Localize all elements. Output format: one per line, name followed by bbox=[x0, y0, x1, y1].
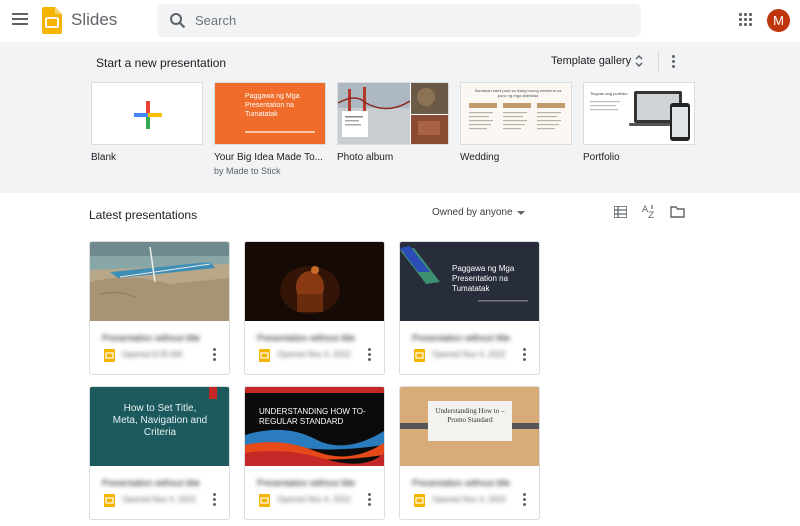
template-author: by Made to Stick bbox=[214, 166, 281, 176]
google-apps-icon[interactable] bbox=[739, 13, 753, 27]
template-big-idea[interactable]: Paggawa ng Mga Presentation na Tumatatak… bbox=[214, 82, 326, 176]
presentation-thumbnail[interactable] bbox=[245, 242, 384, 321]
template-name: Blank bbox=[91, 152, 117, 163]
template-blank[interactable]: Blank bbox=[91, 82, 203, 163]
card-opened-date: Opened Nov 4, 2022 bbox=[277, 350, 351, 359]
template-photo-album[interactable]: Photo album bbox=[337, 82, 449, 163]
card-opened-date: Opened Nov 4, 2022 bbox=[432, 495, 506, 504]
sort-az-icon[interactable]: A Z bbox=[641, 203, 657, 219]
presentation-card[interactable]: Presentation without title Opened 8:35 A… bbox=[89, 241, 230, 375]
latest-heading: Latest presentations bbox=[89, 208, 198, 222]
card-info: Presentation without title Opened Nov 4,… bbox=[245, 467, 384, 519]
slides-file-icon bbox=[414, 349, 425, 362]
card-title: Presentation without title bbox=[257, 478, 356, 488]
thumbnail-subline bbox=[245, 131, 315, 133]
search-bar[interactable] bbox=[157, 4, 641, 37]
presentation-thumbnail[interactable]: UNDERSTANDING HOW TO-REGULAR STANDARD bbox=[245, 387, 384, 466]
slides-file-icon bbox=[104, 349, 115, 362]
template-thumbnail[interactable] bbox=[91, 82, 203, 145]
card-title: Presentation without title bbox=[257, 333, 356, 343]
search-icon[interactable] bbox=[169, 12, 186, 29]
template-more-icon[interactable] bbox=[670, 55, 676, 69]
top-app-bar: Slides M bbox=[0, 0, 800, 42]
thumbnail-title: Paggawa ng Mga Presentation na Tumatatak bbox=[452, 264, 515, 293]
template-wedding[interactable]: Samahan kami para sa isang buong weekend… bbox=[460, 82, 572, 163]
start-new-heading: Start a new presentation bbox=[96, 56, 227, 70]
card-title: Presentation without title bbox=[102, 478, 201, 488]
account-avatar[interactable]: M bbox=[767, 9, 790, 32]
presentation-card[interactable]: Presentation without title Opened Nov 4,… bbox=[244, 241, 385, 375]
template-thumbnail[interactable]: Samahan kami para sa isang buong weekend… bbox=[460, 82, 572, 145]
plus-icon bbox=[134, 101, 162, 129]
owner-filter-dropdown[interactable]: Owned by anyone bbox=[432, 207, 513, 218]
card-more-icon[interactable] bbox=[367, 493, 371, 507]
card-more-icon[interactable] bbox=[367, 348, 371, 362]
card-more-icon[interactable] bbox=[522, 348, 526, 362]
dark-photo-image bbox=[245, 242, 384, 321]
folder-picker-icon[interactable] bbox=[670, 206, 685, 218]
card-info: Presentation without title Opened Nov 4,… bbox=[400, 467, 539, 519]
template-portfolio[interactable]: Tingnan ang portfolio Portfolio bbox=[583, 82, 695, 163]
card-more-icon[interactable] bbox=[522, 493, 526, 507]
card-opened-date: Opened 8:35 AM bbox=[122, 350, 183, 359]
card-title: Presentation without title bbox=[412, 478, 511, 488]
slides-file-icon bbox=[259, 349, 270, 362]
template-name: Your Big Idea Made To... bbox=[214, 152, 323, 163]
card-opened-date: Opened Nov 4, 2022 bbox=[432, 350, 506, 359]
template-thumbnail[interactable]: Paggawa ng Mga Presentation na Tumatatak bbox=[214, 82, 326, 145]
presentation-thumbnail[interactable]: Paggawa ng Mga Presentation na Tumatatak bbox=[400, 242, 539, 321]
presentation-card[interactable]: Paggawa ng Mga Presentation na Tumatatak… bbox=[399, 241, 540, 375]
paper-note-graphic bbox=[400, 387, 539, 466]
template-gallery-button[interactable]: Template gallery bbox=[551, 55, 631, 67]
slides-logo-icon[interactable] bbox=[42, 7, 62, 34]
template-name: Portfolio bbox=[583, 152, 620, 163]
thumbnail-title: Understanding How to – Promo Standard bbox=[435, 407, 505, 424]
presentation-card[interactable]: How to Set Title, Meta, Navigation and C… bbox=[89, 386, 230, 520]
presentation-thumbnail[interactable]: Understanding How to – Promo Standard bbox=[400, 387, 539, 466]
presentation-card[interactable]: UNDERSTANDING HOW TO-REGULAR STANDARD Pr… bbox=[244, 386, 385, 520]
photo-album-image bbox=[338, 83, 448, 144]
template-thumbnail[interactable] bbox=[337, 82, 449, 145]
list-view-icon[interactable] bbox=[614, 206, 627, 218]
thumbnail-title: How to Set Title, Meta, Navigation and C… bbox=[112, 403, 208, 438]
template-name: Wedding bbox=[460, 152, 500, 163]
app-title[interactable]: Slides bbox=[71, 10, 117, 30]
card-opened-date: Opened Nov 4, 2022 bbox=[122, 495, 196, 504]
dropdown-arrow-icon[interactable] bbox=[517, 211, 525, 215]
search-input[interactable] bbox=[195, 4, 625, 37]
template-thumbnail[interactable]: Tingnan ang portfolio bbox=[583, 82, 695, 145]
card-more-icon[interactable] bbox=[212, 348, 216, 362]
presentation-thumbnail[interactable]: How to Set Title, Meta, Navigation and C… bbox=[90, 387, 229, 466]
slides-file-icon bbox=[414, 494, 425, 507]
divider bbox=[658, 51, 659, 73]
presentation-card[interactable]: Understanding How to – Promo Standard Pr… bbox=[399, 386, 540, 520]
card-info: Presentation without title Opened Nov 4,… bbox=[245, 322, 384, 374]
devices-graphic bbox=[590, 91, 690, 141]
slides-file-icon bbox=[104, 494, 115, 507]
card-info: Presentation without title Opened Nov 4,… bbox=[400, 322, 539, 374]
wedding-table-graphic bbox=[469, 103, 565, 130]
thumbnail-title: Paggawa ng Mga Presentation na Tumatatak bbox=[245, 93, 300, 118]
svg-text:Z: Z bbox=[648, 211, 654, 219]
card-title: Presentation without title bbox=[412, 333, 511, 343]
red-accent bbox=[209, 387, 217, 399]
main-menu-icon[interactable] bbox=[12, 13, 28, 27]
slides-file-icon bbox=[259, 494, 270, 507]
template-name: Photo album bbox=[337, 152, 394, 163]
thumbnail-title: UNDERSTANDING HOW TO-REGULAR STANDARD bbox=[259, 407, 366, 426]
card-more-icon[interactable] bbox=[212, 493, 216, 507]
card-info: Presentation without title Opened Nov 4,… bbox=[90, 467, 229, 519]
card-opened-date: Opened Nov 4, 2022 bbox=[277, 495, 351, 504]
presentation-thumbnail[interactable] bbox=[90, 242, 229, 321]
card-info: Presentation without title Opened 8:35 A… bbox=[90, 322, 229, 374]
beach-boat-image bbox=[90, 242, 229, 321]
unfold-icon[interactable] bbox=[634, 54, 644, 68]
card-title: Presentation without title bbox=[102, 333, 201, 343]
template-section: Start a new presentation Template galler… bbox=[0, 42, 800, 193]
